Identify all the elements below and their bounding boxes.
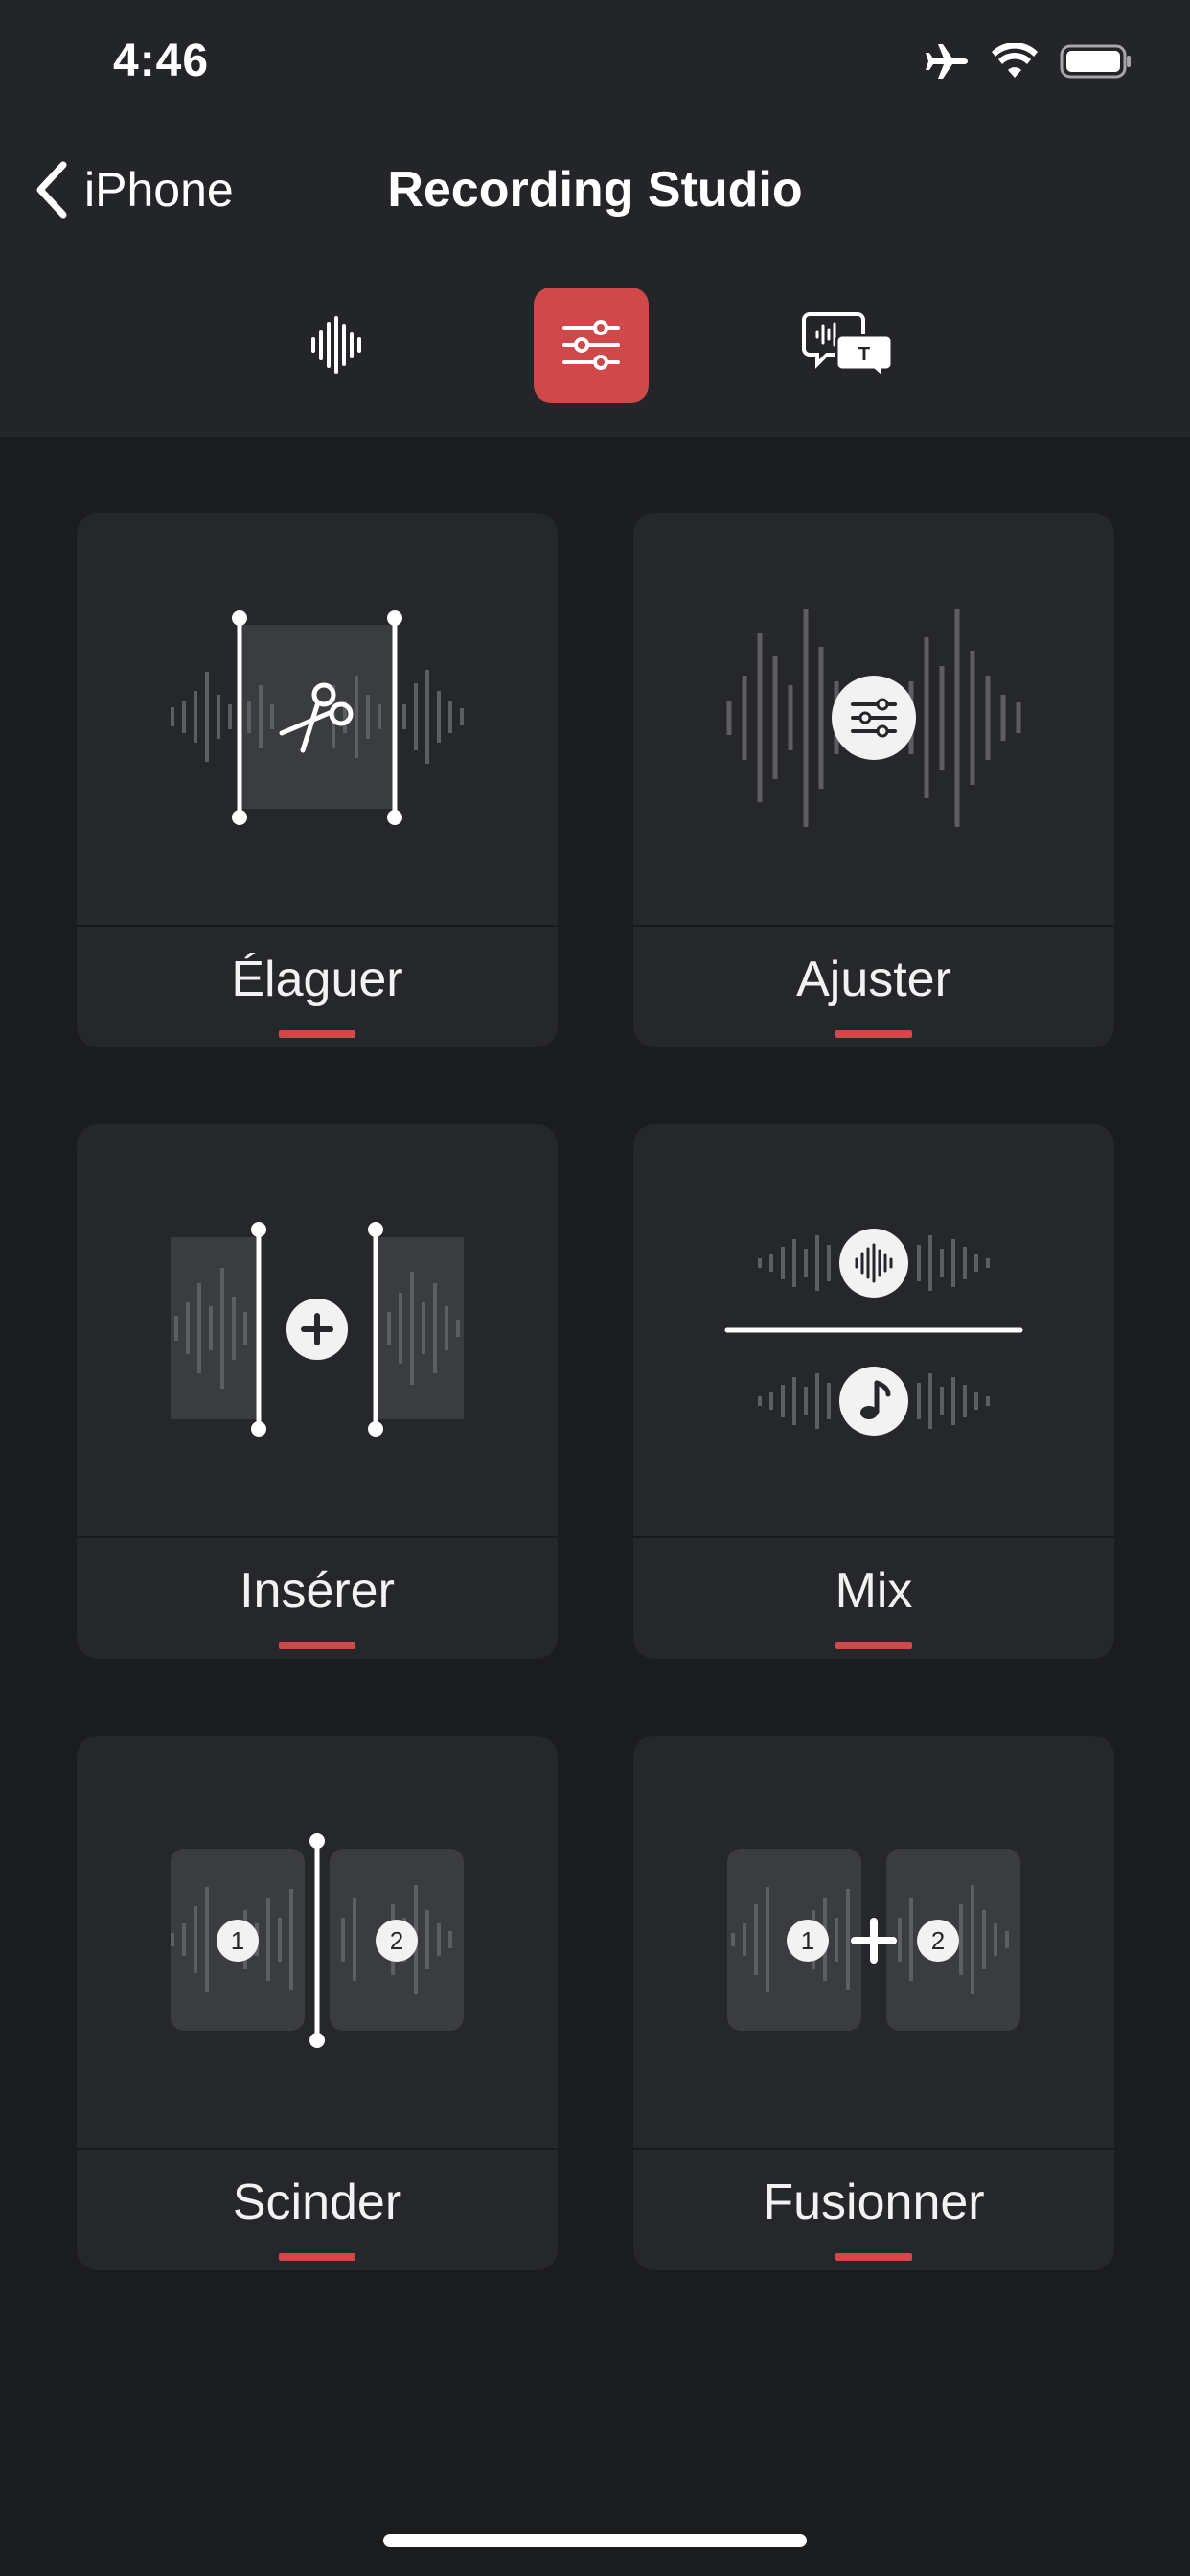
- card-label: Scinder: [232, 2174, 402, 2230]
- sliders-icon: [562, 320, 620, 370]
- card-label: Fusionner: [763, 2174, 985, 2230]
- card-label: Mix: [835, 1563, 913, 1619]
- merge-badge-1: 1: [801, 1926, 814, 1955]
- split-badge-2: 2: [390, 1926, 403, 1955]
- card-accent: [835, 1030, 912, 1038]
- card-split[interactable]: 1 2 Scinder: [77, 1736, 558, 2270]
- tab-waveform[interactable]: [279, 288, 394, 402]
- header: 4:46 iPhone Recording Studio T: [0, 0, 1190, 437]
- card-accent: [279, 2253, 355, 2261]
- tab-transcript[interactable]: T: [790, 288, 905, 402]
- split-icon: 1 2: [171, 1833, 464, 2048]
- card-accent: [835, 1642, 912, 1649]
- trim-scissors-icon: [171, 610, 464, 825]
- insert-plus-icon: [171, 1222, 464, 1437]
- split-badge-1: 1: [231, 1926, 244, 1955]
- waveform-icon: [311, 316, 361, 374]
- transcript-t-letter: T: [858, 344, 870, 365]
- card-accent: [279, 1030, 355, 1038]
- card-accent: [279, 1642, 355, 1649]
- status-icons: [924, 42, 1133, 80]
- card-accent: [835, 2253, 912, 2261]
- transcript-bubbles-icon: T: [802, 312, 894, 380]
- mix-music-icon: [724, 1229, 1023, 1436]
- page-title: Recording Studio: [387, 162, 803, 218]
- home-indicator[interactable]: [383, 2534, 807, 2547]
- card-merge[interactable]: 1 2 Fusionner: [633, 1736, 1114, 2270]
- card-mix[interactable]: Mix: [633, 1124, 1114, 1659]
- card-adjust[interactable]: Ajuster: [633, 513, 1114, 1047]
- card-trim[interactable]: Élaguer: [77, 513, 558, 1047]
- battery-icon: [1060, 44, 1131, 79]
- status-time: 4:46: [113, 35, 210, 86]
- airplane-icon: [926, 44, 968, 79]
- merge-badge-2: 2: [931, 1926, 945, 1955]
- wifi-icon: [992, 43, 1038, 78]
- card-label: Insérer: [240, 1563, 395, 1619]
- card-label: Élaguer: [231, 952, 403, 1007]
- merge-icon: 1 2: [727, 1849, 1020, 2031]
- tab-edit[interactable]: [534, 288, 649, 402]
- card-insert[interactable]: Insérer: [77, 1124, 558, 1659]
- adjust-sliders-icon: [726, 609, 1021, 827]
- card-label: Ajuster: [796, 952, 951, 1007]
